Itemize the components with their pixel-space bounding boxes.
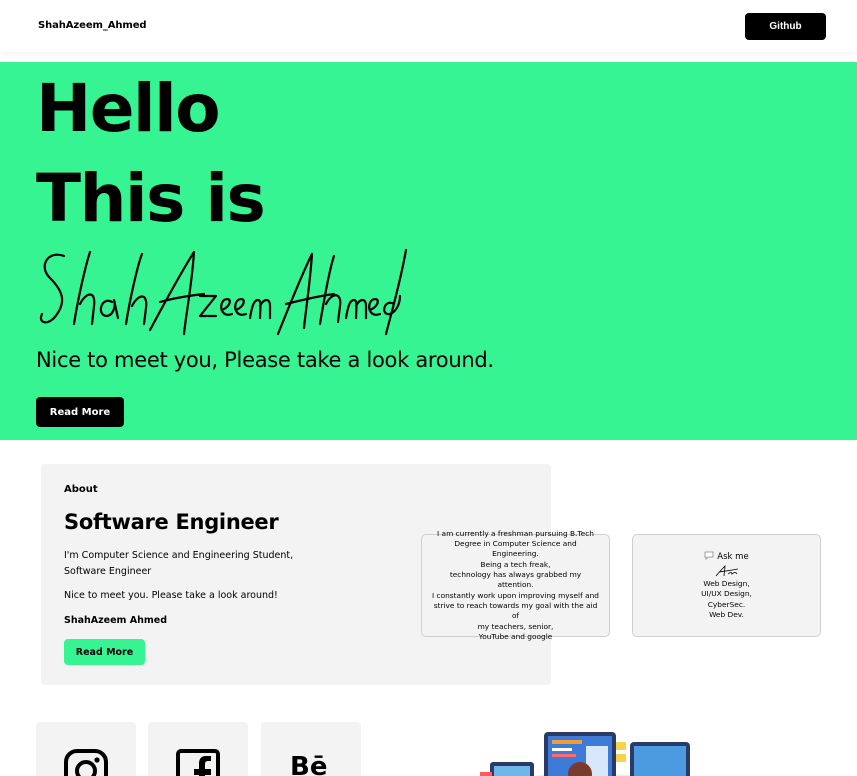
skill-item: Web Dev. (709, 609, 744, 619)
bio-card: I am currently a freshman pursuing B.Tec… (421, 529, 610, 641)
behance-icon: Bē (290, 752, 328, 776)
bio-line: YouTube and google (478, 631, 553, 641)
hero-section: Hello This is Nice to meet you, Please t… (0, 62, 857, 440)
about-read-more-button[interactable]: Read More (64, 639, 145, 665)
speech-bubble-icon (704, 551, 714, 563)
ask-me-title: Ask me (717, 551, 749, 562)
bio-line: Being a tech freak, (480, 559, 551, 569)
hero-heading-this-is: This is (36, 160, 266, 237)
hero-heading-hello: Hello (36, 70, 221, 147)
about-signature-image (715, 565, 738, 577)
about-label: About (64, 484, 98, 495)
bio-line: Degree in Computer Science and Engineeri… (454, 539, 577, 559)
about-description: I'm Computer Science and Engineering Stu… (64, 548, 304, 580)
page: ShahAzeem_Ahmed Github Hello This is Nic… (0, 0, 857, 776)
bio-line: technology has always grabbed my attenti… (449, 570, 582, 590)
behance-link[interactable]: Bē (261, 722, 361, 776)
skill-item: UI/UX Design, (701, 589, 752, 599)
facebook-link[interactable] (148, 722, 248, 776)
bio-line: strive to reach towards my goal with the… (433, 600, 598, 621)
about-desc-line: I'm Computer Science and Engineering Stu… (64, 550, 294, 561)
about-title: Software Engineer (64, 510, 279, 534)
signature-image (39, 248, 408, 336)
instagram-link[interactable] (36, 722, 136, 776)
bio-text: I am currently a freshman pursuing B.Tec… (432, 529, 599, 642)
bio-line: I constantly work upon improving myself … (432, 590, 599, 600)
brand-name[interactable]: ShahAzeem_Ahmed (38, 20, 147, 31)
github-button[interactable]: Github (745, 13, 826, 40)
hero-read-more-button[interactable]: Read More (36, 397, 124, 427)
ask-me-heading: Ask me (701, 551, 752, 563)
bio-line: my teachers, senior, (477, 621, 554, 631)
facebook-icon (176, 749, 220, 776)
developer-illustration (480, 732, 690, 776)
ask-me-content: Ask me Web Design, UI/UX Design, CyberSe… (701, 551, 752, 620)
skill-item: Web Design, (703, 579, 750, 589)
bio-line: I am currently a freshman pursuing B.Tec… (437, 528, 594, 538)
skill-item: CyberSec. (707, 599, 746, 609)
instagram-icon (64, 749, 108, 776)
top-navbar: ShahAzeem_Ahmed Github (0, 0, 857, 52)
about-greeting: Nice to meet you. Please take a look aro… (64, 590, 278, 601)
ask-me-card: Ask me Web Design, UI/UX Design, CyberSe… (632, 534, 821, 637)
about-author-name: ShahAzeem Ahmed (64, 615, 168, 626)
hero-tagline: Nice to meet you, Please take a look aro… (36, 348, 494, 372)
about-desc-line: Software Engineer (64, 566, 152, 577)
